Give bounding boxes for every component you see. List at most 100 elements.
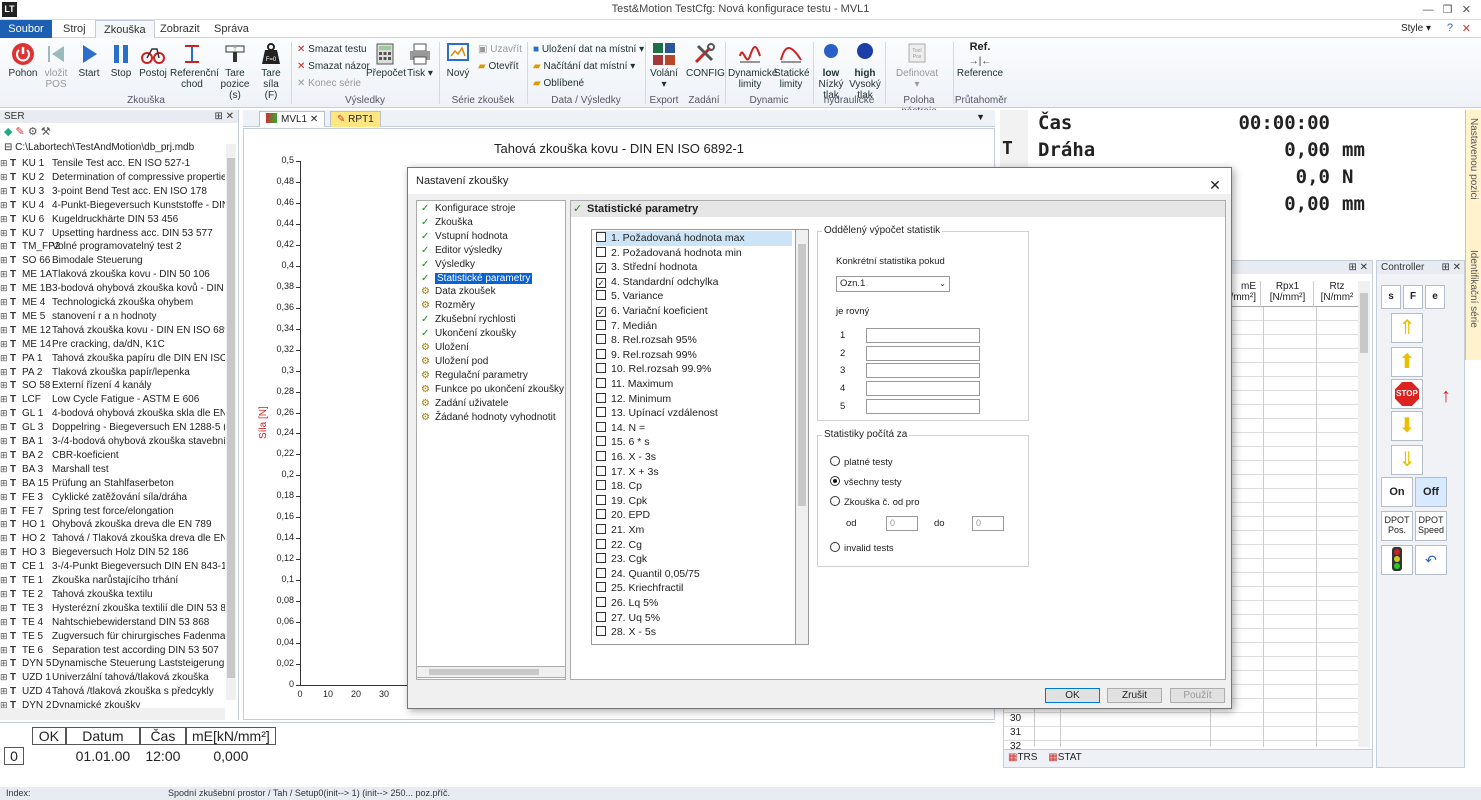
list-item[interactable]: ⊞ T GL 1 4-bodová ohybová zkouška skla dle …: [0, 406, 225, 420]
expand-plus-icon[interactable]: ⊞: [0, 406, 10, 420]
checkbox[interactable]: [596, 407, 606, 418]
from-field[interactable]: 0: [886, 516, 918, 531]
tab-mvl1[interactable]: MVL1 ✕: [259, 111, 326, 127]
list-item[interactable]: ⊞ T FE 3 Cyklické zatěžování síla/dráha: [0, 490, 225, 504]
tab-zkouska[interactable]: Zkouška: [95, 20, 155, 38]
expand-plus-icon[interactable]: ⊞: [0, 170, 10, 184]
stat-checkbox-item[interactable]: 15. 6 * s: [596, 435, 792, 450]
expand-plus-icon[interactable]: ⊞: [0, 448, 10, 462]
expand-plus-icon[interactable]: ⊞: [0, 267, 10, 281]
start-button[interactable]: Start: [76, 42, 102, 79]
expand-plus-icon[interactable]: ⊞: [0, 684, 10, 698]
staticke-limity-button[interactable]: Statické limity: [774, 42, 810, 90]
list-item[interactable]: ⊞ T TE 6 Separation test according DIN 53 5…: [0, 643, 225, 657]
tisk-button[interactable]: Tisk ▾: [406, 42, 434, 79]
table-row[interactable]: 0 01.01.00 12:00 0,000: [4, 747, 276, 765]
up-button[interactable]: ⬆: [1391, 347, 1423, 377]
reference-button[interactable]: Ref. →|← Reference: [956, 42, 1004, 80]
checkbox[interactable]: [596, 392, 606, 403]
tare-pozice-button[interactable]: T Tare pozice (s): [216, 42, 254, 101]
ok-button[interactable]: OK: [1045, 688, 1100, 703]
expand-plus-icon[interactable]: ⊞: [0, 559, 10, 573]
dpot-pos-button[interactable]: DPOT Pos.: [1381, 511, 1413, 541]
stop-machine-button[interactable]: STOP: [1391, 379, 1423, 409]
dpot-speed-button[interactable]: DPOT Speed: [1415, 511, 1447, 541]
expand-plus-icon[interactable]: ⊞: [0, 420, 10, 434]
checkbox[interactable]: [596, 246, 606, 257]
list-item[interactable]: ⊞ T TE 5 Zugversuch für chirurgisches Faden…: [0, 629, 225, 643]
fast-down-button[interactable]: ⇓: [1391, 445, 1423, 475]
expand-plus-icon[interactable]: ⊞: [0, 156, 10, 170]
stat-checkbox-item[interactable]: 28. X - 5s: [596, 625, 792, 640]
maximize-icon[interactable]: ❐: [1443, 4, 1453, 16]
checkbox[interactable]: [596, 290, 606, 301]
stat-checkbox-item[interactable]: 26. Lq 5%: [596, 596, 792, 611]
stat-checkbox-item[interactable]: 9. Rel.rozsah 99%: [596, 348, 792, 363]
expand-plus-icon[interactable]: ⊞: [0, 337, 10, 351]
expand-plus-icon[interactable]: ⊞: [0, 517, 10, 531]
stat-checkbox-item[interactable]: 11. Maximum: [596, 377, 792, 392]
checkbox[interactable]: [596, 611, 606, 622]
tabs-dropdown-icon[interactable]: ▼: [976, 112, 985, 122]
volani-button[interactable]: Volání ▾: [648, 42, 680, 90]
dialog-close-icon[interactable]: ✕: [1207, 172, 1223, 198]
stat-checkbox-item[interactable]: 16. X - 3s: [596, 450, 792, 465]
list-item[interactable]: ⊞ T KU 1 Tensile Test acc. EN ISO 527-1: [0, 156, 225, 170]
minimize-icon[interactable]: —: [1423, 4, 1434, 16]
stat-checkbox-item[interactable]: 25. Kriechfractil: [596, 581, 792, 596]
nav-item[interactable]: ⚙ Uložení pod: [421, 355, 488, 369]
stop-button[interactable]: Stop: [108, 42, 134, 79]
checkbox[interactable]: [596, 480, 606, 491]
mode-f-button[interactable]: F: [1403, 285, 1423, 309]
smazat-testu-button[interactable]: ✕ Smazat testu: [297, 44, 367, 55]
checkbox[interactable]: [596, 348, 606, 359]
ribbon-close-icon[interactable]: ✕: [1462, 22, 1471, 35]
expand-plus-icon[interactable]: ⊞: [0, 573, 10, 587]
checkbox[interactable]: [596, 509, 606, 520]
undo-button[interactable]: ↶: [1415, 545, 1447, 575]
list-item[interactable]: ⊞ T BA 3 Marshall test: [0, 462, 225, 476]
list-item[interactable]: ⊞ T HO 2 Tahová / Tlaková zkouška dreva dle…: [0, 531, 225, 545]
criteria-field[interactable]: [866, 328, 980, 343]
side-tab-nastavenou-pozici[interactable]: Nastavenou pozici: [1468, 118, 1479, 200]
expand-plus-icon[interactable]: ⊞: [0, 281, 10, 295]
tab-zobrazit[interactable]: Zobrazit: [152, 20, 208, 38]
checkbox[interactable]: [596, 538, 606, 549]
list-item[interactable]: ⊞ T GL 3 Doppelring - Biegeversuch EN 1288-…: [0, 420, 225, 434]
tab-stroj[interactable]: Stroj: [55, 20, 94, 38]
list-item[interactable]: ⊞ T UZD 4Tahová /tlaková zkouška s předcyk…: [0, 684, 225, 698]
novy-button[interactable]: Nový: [444, 42, 472, 79]
expand-plus-icon[interactable]: ⊞: [0, 239, 10, 253]
radio-all-tests[interactable]: všechny testy: [830, 476, 902, 488]
nav-item[interactable]: ⚙ Uložení: [421, 341, 469, 355]
stat-checkbox-item[interactable]: 22. Cg: [596, 538, 792, 553]
checklist-scrollbar[interactable]: [795, 229, 809, 645]
prepocet-button[interactable]: Přepočet: [366, 42, 406, 79]
expand-plus-icon[interactable]: ⊞: [0, 184, 10, 198]
stat-checkbox-item[interactable]: 2. Požadovaná hodnota min: [596, 246, 792, 261]
list-item[interactable]: ⊞ T ME 4 Technologická zkouška ohybem: [0, 295, 225, 309]
stat-checkbox-item[interactable]: 27. Uq 5%: [596, 611, 792, 626]
checkbox[interactable]: [596, 524, 606, 534]
series-hscrollbar[interactable]: [0, 708, 225, 720]
window-controls[interactable]: — ❐ ✕: [1423, 3, 1471, 16]
vysoky-tlak-button[interactable]: high Vysoký tlak: [848, 42, 882, 101]
nav-item[interactable]: ⚙ Rozměry: [421, 299, 475, 313]
checkbox[interactable]: [596, 319, 606, 330]
list-item[interactable]: ⊞ T HO 1 Ohybová zkouška dreva dle EN 789: [0, 517, 225, 531]
expand-plus-icon[interactable]: ⊞: [0, 643, 10, 657]
expand-plus-icon[interactable]: ⊞: [0, 490, 10, 504]
expand-plus-icon[interactable]: ⊞: [0, 601, 10, 615]
side-tab-identifikacni-serie[interactable]: Identifikační série: [1468, 250, 1479, 328]
list-item[interactable]: ⊞ T TE 1 Zkouška narůstajícího trhání: [0, 573, 225, 587]
fast-up-button[interactable]: ⇑: [1391, 313, 1423, 343]
list-item[interactable]: ⊞ T HO 3 Biegeversuch Holz DIN 52 186: [0, 545, 225, 559]
nav-item[interactable]: ⚙ Data zkoušek: [421, 285, 496, 299]
on-button[interactable]: On: [1381, 477, 1413, 507]
expand-plus-icon[interactable]: ⊞: [0, 378, 10, 392]
list-item[interactable]: ⊞ T SO 58 Externí řízení 4 kanály: [0, 378, 225, 392]
list-item[interactable]: ⊞ T PA 2 Tlaková zkouška papír/lepenka: [0, 365, 225, 379]
style-menu[interactable]: Style ▾: [1401, 23, 1431, 34]
stat-checkbox-item[interactable]: 19. Cpk: [596, 494, 792, 509]
expand-plus-icon[interactable]: ⊞: [0, 226, 10, 240]
